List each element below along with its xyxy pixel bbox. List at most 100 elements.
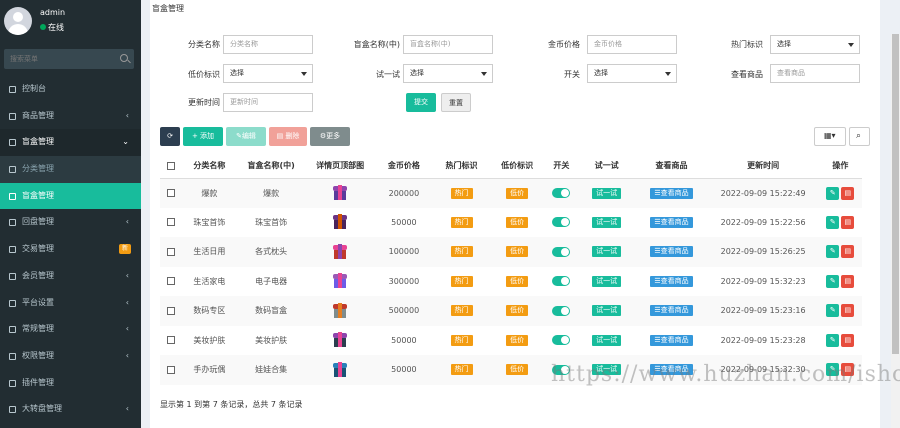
update-input[interactable]: 更新时间: [223, 93, 313, 112]
low-badge[interactable]: 低价: [506, 305, 529, 317]
delete-row-button[interactable]: ▤: [841, 274, 855, 288]
view-input[interactable]: 查看商品: [770, 64, 860, 83]
switch-toggle[interactable]: [552, 188, 571, 198]
view-products-button[interactable]: ☰查看商品: [650, 334, 693, 346]
edit-row-button[interactable]: ✎: [826, 186, 840, 200]
row-checkbox[interactable]: [167, 365, 176, 374]
edit-button[interactable]: ✎编辑: [226, 127, 266, 146]
low-badge[interactable]: 低价: [506, 275, 529, 287]
switch-select[interactable]: 选择: [587, 64, 677, 83]
row-checkbox[interactable]: [167, 306, 176, 315]
switch-toggle[interactable]: [552, 305, 571, 316]
hot-badge[interactable]: 热门: [450, 246, 473, 258]
hot-badge[interactable]: 热门: [450, 187, 473, 199]
sidebar-item-members[interactable]: 会员管理 ‹: [0, 263, 141, 290]
low-badge[interactable]: 低价: [506, 364, 529, 376]
search-toggle-button[interactable]: ⌕: [849, 127, 870, 146]
row-checkbox[interactable]: [167, 218, 176, 227]
low-select[interactable]: 选择: [223, 64, 313, 83]
try-badge[interactable]: 试一试: [592, 334, 622, 346]
row-checkbox[interactable]: [167, 277, 176, 286]
low-badge[interactable]: 低价: [506, 187, 529, 199]
reset-button[interactable]: 重置: [441, 93, 471, 112]
columns-button[interactable]: ▦▾: [814, 127, 846, 146]
sidebar-item-general[interactable]: 常规管理 ‹: [0, 316, 141, 343]
gift-box-image[interactable]: [332, 302, 348, 319]
hot-badge[interactable]: 热门: [450, 364, 473, 376]
switch-toggle[interactable]: [552, 335, 571, 346]
gift-box-image[interactable]: [332, 185, 348, 201]
try-badge[interactable]: 试一试: [592, 305, 622, 317]
sidebar-item-category[interactable]: 分类管理: [0, 156, 141, 183]
delete-row-button[interactable]: ▤: [841, 333, 855, 347]
column-header[interactable]: 热门标识: [433, 154, 490, 179]
add-button[interactable]: + 添加: [183, 127, 223, 146]
view-products-button[interactable]: ☰查看商品: [650, 246, 693, 258]
delete-row-button[interactable]: ▤: [841, 186, 855, 200]
column-header[interactable]: 更新时间: [707, 154, 819, 179]
sidebar-item-wheel[interactable]: 大转盘管理 ‹: [0, 396, 141, 423]
delete-row-button[interactable]: ▤: [841, 304, 855, 318]
try-badge[interactable]: 试一试: [592, 246, 622, 258]
edit-row-button[interactable]: ✎: [826, 304, 840, 318]
sidebar-item-dashboard[interactable]: 控制台: [0, 76, 141, 103]
box-name-input[interactable]: 盲盒名称(中): [403, 35, 493, 54]
hot-select[interactable]: 选择: [770, 35, 860, 54]
scrollbar-thumb[interactable]: [892, 34, 899, 354]
low-badge[interactable]: 低价: [506, 334, 529, 346]
sidebar-item-platform[interactable]: 平台设置 ‹: [0, 290, 141, 317]
gift-box-image[interactable]: [332, 361, 348, 378]
gift-box-image[interactable]: [332, 243, 348, 260]
hot-badge[interactable]: 热门: [450, 275, 473, 287]
sidebar-item-blindbox-manage[interactable]: 盲盒管理: [0, 182, 141, 210]
column-header[interactable]: 低价标识: [489, 154, 545, 179]
try-badge[interactable]: 试一试: [592, 275, 622, 287]
hot-badge[interactable]: 热门: [450, 334, 473, 346]
switch-toggle[interactable]: [552, 217, 571, 228]
refresh-button[interactable]: ⟳: [160, 127, 180, 146]
try-badge[interactable]: 试一试: [592, 216, 622, 228]
low-badge[interactable]: 低价: [506, 246, 529, 258]
select-all-checkbox[interactable]: [167, 161, 176, 170]
more-button[interactable]: ⚙更多: [310, 127, 350, 146]
edit-row-button[interactable]: ✎: [826, 333, 840, 347]
switch-toggle[interactable]: [552, 276, 571, 287]
view-products-button[interactable]: ☰查看商品: [650, 275, 693, 287]
view-products-button[interactable]: ☰查看商品: [650, 216, 693, 228]
try-select[interactable]: 选择: [403, 64, 493, 83]
gift-box-image[interactable]: [332, 214, 348, 230]
column-header[interactable]: 分类名称: [182, 154, 237, 179]
edit-row-button[interactable]: ✎: [826, 245, 840, 259]
sidebar-item-recycle[interactable]: 回盘管理 ‹: [0, 209, 141, 236]
try-badge[interactable]: 试一试: [592, 187, 622, 199]
delete-row-button[interactable]: ▤: [841, 245, 855, 259]
search-icon[interactable]: [120, 54, 128, 62]
tab-blindbox[interactable]: 盲盒管理: [152, 3, 184, 14]
column-header[interactable]: 详情页顶部图: [306, 154, 375, 179]
column-header[interactable]: 试一试: [577, 154, 636, 179]
column-header[interactable]: 盲盒名称(中): [236, 154, 307, 179]
hot-badge[interactable]: 热门: [450, 305, 473, 317]
gift-box-image[interactable]: [332, 273, 348, 289]
view-products-button[interactable]: ☰查看商品: [650, 305, 693, 317]
view-products-button[interactable]: ☰查看商品: [650, 187, 693, 199]
column-header[interactable]: 开关: [544, 154, 578, 179]
gift-box-image[interactable]: [332, 332, 348, 348]
low-badge[interactable]: 低价: [506, 216, 529, 228]
price-input[interactable]: 金币价格: [587, 35, 677, 54]
edit-row-button[interactable]: ✎: [826, 215, 840, 229]
column-header[interactable]: 查看商品: [635, 154, 708, 179]
submit-button[interactable]: 提交: [406, 93, 436, 112]
delete-row-button[interactable]: ▤: [841, 215, 855, 229]
sidebar-item-blindbox[interactable]: 盲盒管理 ⌄: [0, 129, 141, 157]
switch-toggle[interactable]: [552, 246, 571, 257]
row-checkbox[interactable]: [167, 247, 176, 256]
sidebar-item-trade[interactable]: 交易管理 新: [0, 236, 141, 263]
edit-row-button[interactable]: ✎: [826, 274, 840, 288]
sidebar-item-auth[interactable]: 权限管理 ‹: [0, 343, 141, 370]
column-header[interactable]: 金币价格: [374, 154, 434, 179]
delete-button[interactable]: ▤ 删除: [269, 127, 307, 146]
row-checkbox[interactable]: [167, 189, 176, 197]
sidebar-search-input[interactable]: [4, 49, 114, 69]
category-input[interactable]: 分类名称: [223, 35, 313, 54]
